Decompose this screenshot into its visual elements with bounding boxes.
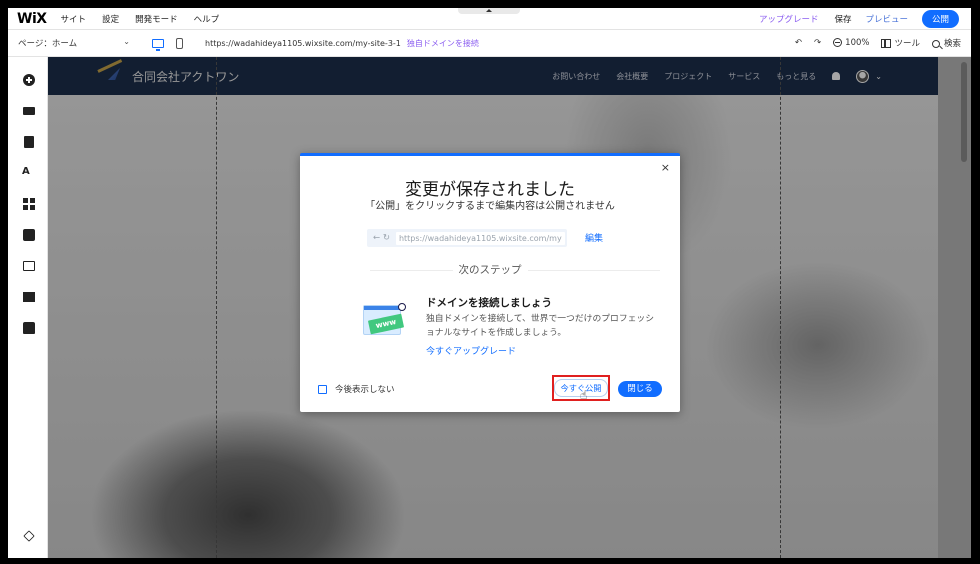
hand-cursor-icon: ☝ xyxy=(580,388,588,402)
next-steps-heading: 次のステップ xyxy=(300,262,680,277)
add-icon[interactable] xyxy=(23,74,35,86)
mobile-icon[interactable] xyxy=(176,37,183,49)
business-icon[interactable] xyxy=(23,229,35,241)
search-label: 検索 xyxy=(943,39,961,49)
page-selector-label: ページ：ホーム xyxy=(18,39,78,49)
zoom-out-icon xyxy=(833,38,843,47)
tools-button[interactable]: ツール xyxy=(881,37,920,49)
sections-icon[interactable] xyxy=(23,107,35,115)
dont-show-label: 今後表示しない xyxy=(335,385,395,395)
dialog-subtitle: 「公開」をクリックするまで編集内容は公開されません xyxy=(365,201,615,212)
magnifier-icon xyxy=(398,303,406,311)
toolbar-right: ↶ ↷ 100% ツール 検索 xyxy=(795,37,961,49)
site-url: https://wadahideya1105.wixsite.com/my-si… xyxy=(205,38,401,48)
layers-icon[interactable] xyxy=(23,530,35,542)
wix-logo[interactable]: WiX xyxy=(17,11,47,27)
search-icon xyxy=(931,39,940,48)
upgrade-button[interactable]: アップグレード xyxy=(759,13,819,25)
menu-site[interactable]: サイト xyxy=(61,13,87,25)
dont-show-checkbox[interactable] xyxy=(318,384,327,394)
edit-link[interactable]: 編集 xyxy=(585,231,603,244)
zoom-level: 100% xyxy=(845,38,870,48)
device-switcher xyxy=(152,37,183,51)
design-icon[interactable]: A xyxy=(22,166,30,177)
collapse-toolbar-handle[interactable] xyxy=(458,8,520,14)
promo-title: ドメインを接続しましょう xyxy=(426,297,552,309)
save-button[interactable]: 保存 xyxy=(834,13,851,25)
menu-help[interactable]: ヘルプ xyxy=(194,13,220,25)
redo-icon[interactable]: ↷ xyxy=(814,38,821,48)
chevron-down-icon: ⌄ xyxy=(123,37,130,46)
page-selector[interactable]: ページ：ホーム ⌄ xyxy=(18,37,130,49)
pages-icon[interactable] xyxy=(24,136,34,148)
dont-show-again[interactable]: 今後表示しない xyxy=(318,383,395,395)
connect-domain-link[interactable]: 独自ドメインを接続 xyxy=(407,38,479,49)
zoom-control[interactable]: 100% xyxy=(833,38,869,48)
close-button[interactable]: 閉じる xyxy=(618,381,662,397)
url-preview: ← ↻ https://wadahideya1105.wixsite.com/m… xyxy=(367,229,567,247)
site-url-bar: https://wadahideya1105.wixsite.com/my-si… xyxy=(205,38,479,49)
apps-icon[interactable] xyxy=(23,198,35,210)
cms-icon[interactable] xyxy=(23,292,35,302)
secondary-toolbar: ページ：ホーム ⌄ https://wadahideya1105.wixsite… xyxy=(8,30,971,57)
menu-dev-mode[interactable]: 開発モード xyxy=(135,13,178,25)
upgrade-now-link[interactable]: 今すぐアップグレード xyxy=(426,344,516,357)
domain-illustration: www xyxy=(361,303,407,340)
promo-description: 独自ドメインを接続して、世界で一つだけのプロフェッショナルなサイトを作成しましょ… xyxy=(426,314,655,338)
menu-settings[interactable]: 設定 xyxy=(102,13,119,25)
store-icon[interactable] xyxy=(23,322,35,334)
close-icon[interactable]: × xyxy=(661,161,670,174)
back-refresh-icon: ← ↻ xyxy=(373,233,390,243)
left-sidebar: A xyxy=(8,57,48,558)
next-steps-label: 次のステップ xyxy=(452,264,528,276)
undo-icon[interactable]: ↶ xyxy=(795,38,802,48)
preview-button[interactable]: プレビュー xyxy=(865,13,908,25)
tools-icon xyxy=(881,39,892,48)
desktop-icon[interactable] xyxy=(152,38,164,51)
media-icon[interactable] xyxy=(23,261,35,271)
url-preview-text: https://wadahideya1105.wixsite.com/my xyxy=(395,231,565,245)
tools-label: ツール xyxy=(894,39,920,49)
saved-dialog: × 変更が保存されました 「公開」をクリックするまで編集内容は公開されません ←… xyxy=(300,153,680,412)
search-button[interactable]: 検索 xyxy=(931,37,961,49)
publish-button[interactable]: 公開 xyxy=(921,9,959,28)
top-bar: WiX サイト 設定 開発モード ヘルプ アップグレード 保存 プレビュー 公開 xyxy=(8,8,971,30)
